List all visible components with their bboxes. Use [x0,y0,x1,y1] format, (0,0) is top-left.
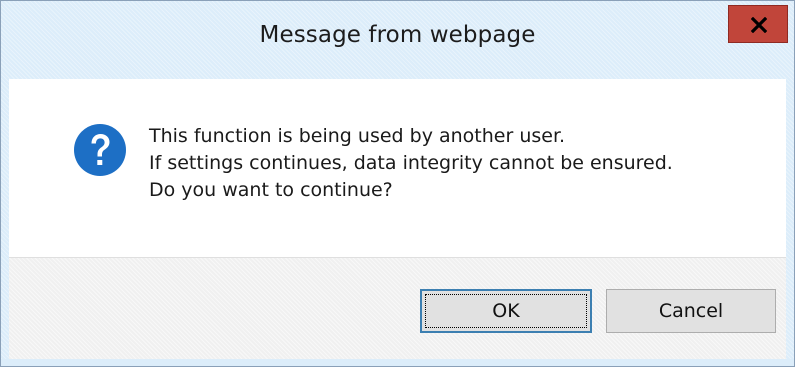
message-line: Do you want to continue? [149,179,393,201]
message-line: If settings continues, data integrity ca… [149,152,673,174]
dialog-title: Message from webpage [259,22,536,48]
message-line: This function is being used by another u… [149,125,566,147]
cancel-button[interactable]: Cancel [606,289,776,333]
window-frame-bottom [1,359,794,366]
question-icon [74,124,126,176]
message-text: This function is being used by another u… [149,123,673,204]
dialog-body: This function is being used by another u… [9,79,786,257]
window-frame-right [786,79,794,359]
ok-button[interactable]: OK [420,289,592,333]
focus-rectangle [425,294,587,328]
message-dialog: Message from webpage This function is be… [0,0,795,367]
close-icon [751,17,767,33]
title-bar[interactable]: Message from webpage [1,1,794,79]
close-button[interactable] [728,5,788,43]
button-bar: OK Cancel [9,257,786,360]
window-frame-left [1,79,9,359]
cancel-button-label: Cancel [658,300,724,322]
